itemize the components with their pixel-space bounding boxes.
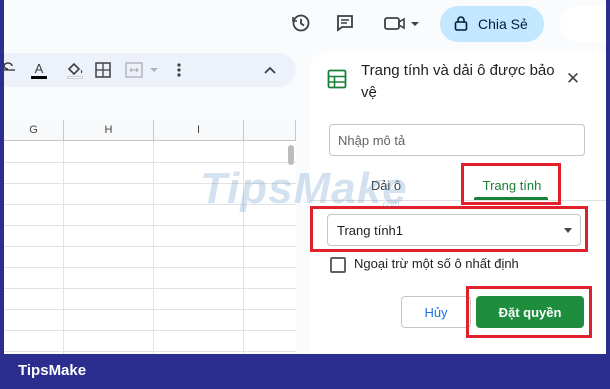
description-input[interactable]: Nhập mô tả [329, 124, 585, 156]
comment-icon[interactable] [334, 12, 356, 34]
column-header-i[interactable]: I [154, 120, 244, 141]
vertical-scrollbar[interactable] [288, 145, 294, 165]
column-header-g[interactable]: G [4, 120, 64, 141]
more-vert-icon[interactable] [174, 60, 184, 80]
watermark-domain: .com [380, 199, 400, 209]
grid-line [4, 162, 296, 163]
top-bar: Chia Sẻ [4, 0, 606, 48]
strikethrough-icon[interactable] [4, 60, 16, 80]
watermark: TipsMake [200, 164, 408, 213]
merge-cells-icon[interactable] [124, 60, 160, 80]
grid-line [63, 141, 64, 354]
cancel-button[interactable]: Hủy [401, 296, 471, 328]
chevron-up-icon[interactable] [262, 60, 278, 80]
panel-title: Trang tính và dải ô được bảo vệ [361, 62, 555, 101]
grid-line [4, 246, 296, 247]
grid-line [153, 141, 154, 354]
share-label: Chia Sẻ [478, 16, 528, 32]
grid-line [4, 288, 296, 289]
grid-line [4, 267, 296, 268]
except-cells-checkbox[interactable] [330, 257, 346, 273]
history-icon[interactable] [290, 12, 312, 34]
text-color-glyph: A [34, 60, 44, 76]
grid-line [4, 309, 296, 310]
except-cells-label: Ngoại trừ một số ô nhất định [354, 256, 519, 271]
share-button[interactable]: Chia Sẻ [440, 6, 544, 42]
highlight-box-button [466, 286, 592, 338]
footer-bar [0, 354, 610, 389]
text-color-icon[interactable]: A [30, 60, 48, 80]
avatar[interactable] [560, 6, 606, 42]
text-color-swatch [31, 75, 47, 79]
fill-color-swatch [67, 75, 83, 79]
grid-line [4, 351, 296, 352]
grid-line [4, 225, 296, 226]
app-window: Chia Sẻ A G H I Trang tính và dải ô được… [4, 0, 606, 354]
format-toolbar: A [4, 53, 296, 87]
footer-brand: TipsMake [18, 362, 87, 379]
sheets-icon [327, 69, 347, 89]
column-header-next[interactable] [244, 120, 296, 141]
fill-color-icon[interactable] [65, 60, 85, 80]
lock-icon [454, 15, 468, 34]
video-camera-icon[interactable] [382, 12, 422, 34]
column-header-h[interactable]: H [64, 120, 154, 141]
borders-icon[interactable] [94, 60, 112, 80]
grid-line [4, 330, 296, 331]
highlight-box-tab [461, 163, 561, 205]
close-icon[interactable]: ✕ [564, 69, 582, 88]
spreadsheet-grid[interactable]: G H I [4, 120, 296, 354]
